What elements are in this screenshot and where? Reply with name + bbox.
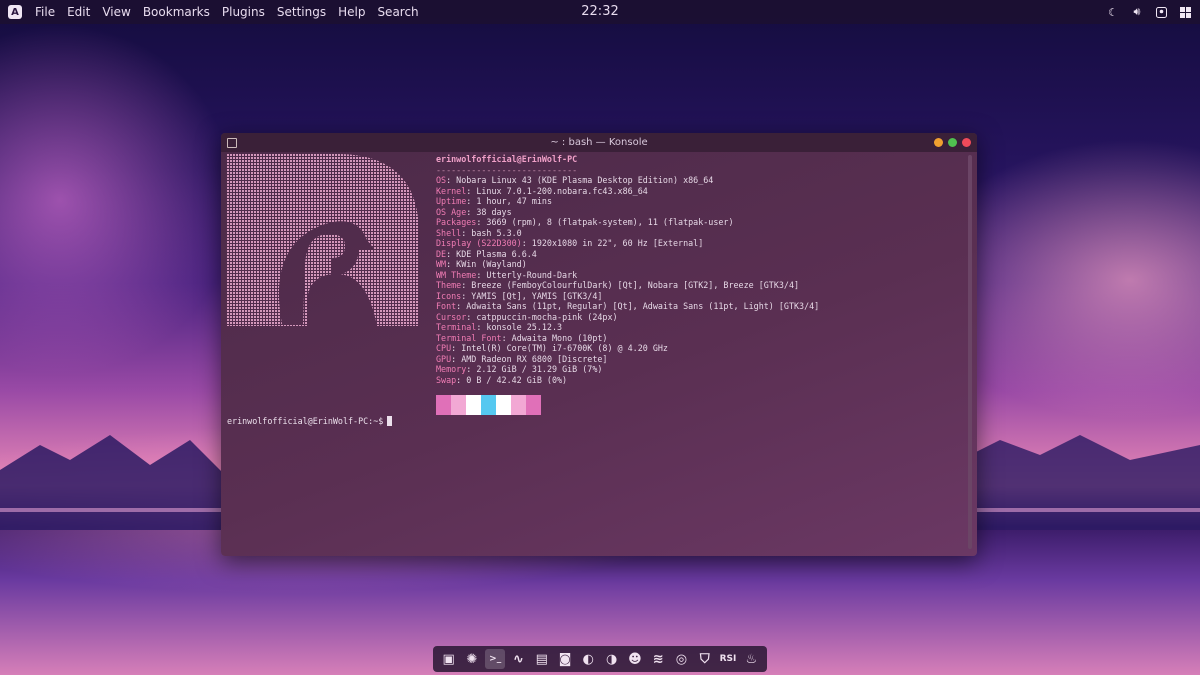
minimize-button[interactable] [934,138,943,147]
palette-swatch [436,395,451,415]
windows-icon[interactable] [1178,5,1192,19]
discord-icon[interactable]: ☻ [625,649,645,669]
palette-swatch [496,395,511,415]
konsole-window[interactable]: ~ : bash — Konsole erinwolfofficial@Erin… [221,133,977,556]
info-row-shell: Shell: bash 5.3.0 [436,227,522,238]
info-row-terminal: Terminal: konsole 25.12.3 [436,322,563,332]
taskbar-dock: ▣ ✺ >_ ∿ ▤ ◙ ◐ ◑ ☻ ≋ ◎ ⛉ RSI ♨ [433,646,767,672]
menu-plugins[interactable]: Plugins [216,0,271,24]
maximize-button[interactable] [948,138,957,147]
terminal-scrollbar[interactable] [968,155,972,549]
user-icon[interactable] [1154,5,1168,19]
obs-icon[interactable]: ◎ [671,649,691,669]
separator-line: ---------------------------- [436,164,578,175]
info-row-wm: WM: KWin (Wayland) [436,259,527,269]
info-row-memory: Memory: 2.12 GiB / 31.29 GiB (7%) [436,364,603,374]
nobara-icon[interactable]: ◐ [578,649,598,669]
spotify-icon[interactable]: ≋ [648,649,668,669]
menu-edit[interactable]: Edit [61,0,96,24]
menu-file[interactable]: File [29,0,61,24]
terminal-icon[interactable]: >_ [485,649,506,669]
window-title: ~ : bash — Konsole [550,137,648,148]
camera-icon[interactable]: ◙ [555,649,575,669]
info-row-swap: Swap: 0 B / 42.42 GiB (0%) [436,374,568,385]
info-row-cursor: Cursor: catppuccin-mocha-pink (24px) [436,311,618,322]
palette-swatch [466,395,481,415]
palette-swatch [481,395,496,415]
info-row-kernel: Kernel: Linux 7.0.1-200.nobara.fc43.x86_… [436,185,648,196]
info-row-cpu: CPU: Intel(R) Core(TM) i7-6700K (8) @ 4.… [436,343,668,353]
info-row-wm-theme: WM Theme: Utterly-Round-Dark [436,269,578,280]
discover-icon[interactable]: ▤ [532,649,552,669]
moon-icon[interactable]: ☾ [1106,5,1120,19]
info-row-terminal-font: Terminal Font: Adwaita Mono (10pt) [436,332,608,343]
info-row-font: Font: Adwaita Sans (11pt, Regular) [Qt],… [436,301,820,311]
system-tray: ☾ 🔊︎ [1106,0,1192,24]
info-row-icons: Icons: YAMIS [Qt], YAMIS [GTK3/4] [436,290,603,301]
protonvpn-icon[interactable]: ⛉ [695,649,715,669]
palette-swatch [526,395,541,415]
info-row-theme: Theme: Breeze (FemboyColourfulDark) [Qt]… [436,280,800,290]
shell-prompt[interactable]: erinwolfofficial@ErinWolf-PC:~$ [227,416,393,427]
text-cursor [387,416,393,426]
window-menu-icon[interactable] [227,138,237,148]
settings-icon[interactable]: ✺ [462,649,482,669]
firefox-icon[interactable]: ◑ [602,649,622,669]
info-row-gpu: GPU: AMD Radeon RX 6800 [Discrete] [436,353,608,364]
rsi-launcher-icon[interactable]: RSI [718,649,738,669]
palette-swatch [451,395,466,415]
nobara-ascii-logo [227,154,419,326]
fastfetch-info: erinwolfofficial@ErinWolf-PC -----------… [436,154,819,385]
info-row-display: Display (S22D300): 1920x1080 in 22", 60 … [436,238,704,248]
files-icon[interactable]: ▣ [439,649,459,669]
userhost: erinwolfofficial@ErinWolf-PC [436,154,578,164]
app-launcher-icon[interactable]: A [8,5,22,19]
steam-icon[interactable]: ♨ [741,649,761,669]
system-monitor-icon[interactable]: ∿ [508,649,528,669]
terminal-area[interactable]: erinwolfofficial@ErinWolf-PC -----------… [221,152,967,556]
menu-search[interactable]: Search [371,0,424,24]
menu-view[interactable]: View [96,0,136,24]
info-row-os: OS: Nobara Linux 43 (KDE Plasma Desktop … [436,175,714,185]
menu-settings[interactable]: Settings [271,0,332,24]
clock[interactable]: 22:32 [581,4,618,19]
top-panel: A File Edit View Bookmarks Plugins Setti… [0,0,1200,24]
info-row-packages: Packages: 3669 (rpm), 8 (flatpak-system)… [436,217,734,227]
close-button[interactable] [962,138,971,147]
menu-bookmarks[interactable]: Bookmarks [137,0,216,24]
palette-swatch [511,395,526,415]
volume-icon[interactable]: 🔊︎ [1130,5,1144,19]
info-row-de: DE: KDE Plasma 6.6.4 [436,248,537,259]
window-titlebar[interactable]: ~ : bash — Konsole [221,133,977,152]
menu-help[interactable]: Help [332,0,371,24]
info-row-os-age: OS Age: 38 days [436,206,512,217]
prompt-text: erinwolfofficial@ErinWolf-PC:~$ [227,416,384,426]
color-palette [436,395,541,415]
info-row-uptime: Uptime: 1 hour, 47 mins [436,196,552,206]
